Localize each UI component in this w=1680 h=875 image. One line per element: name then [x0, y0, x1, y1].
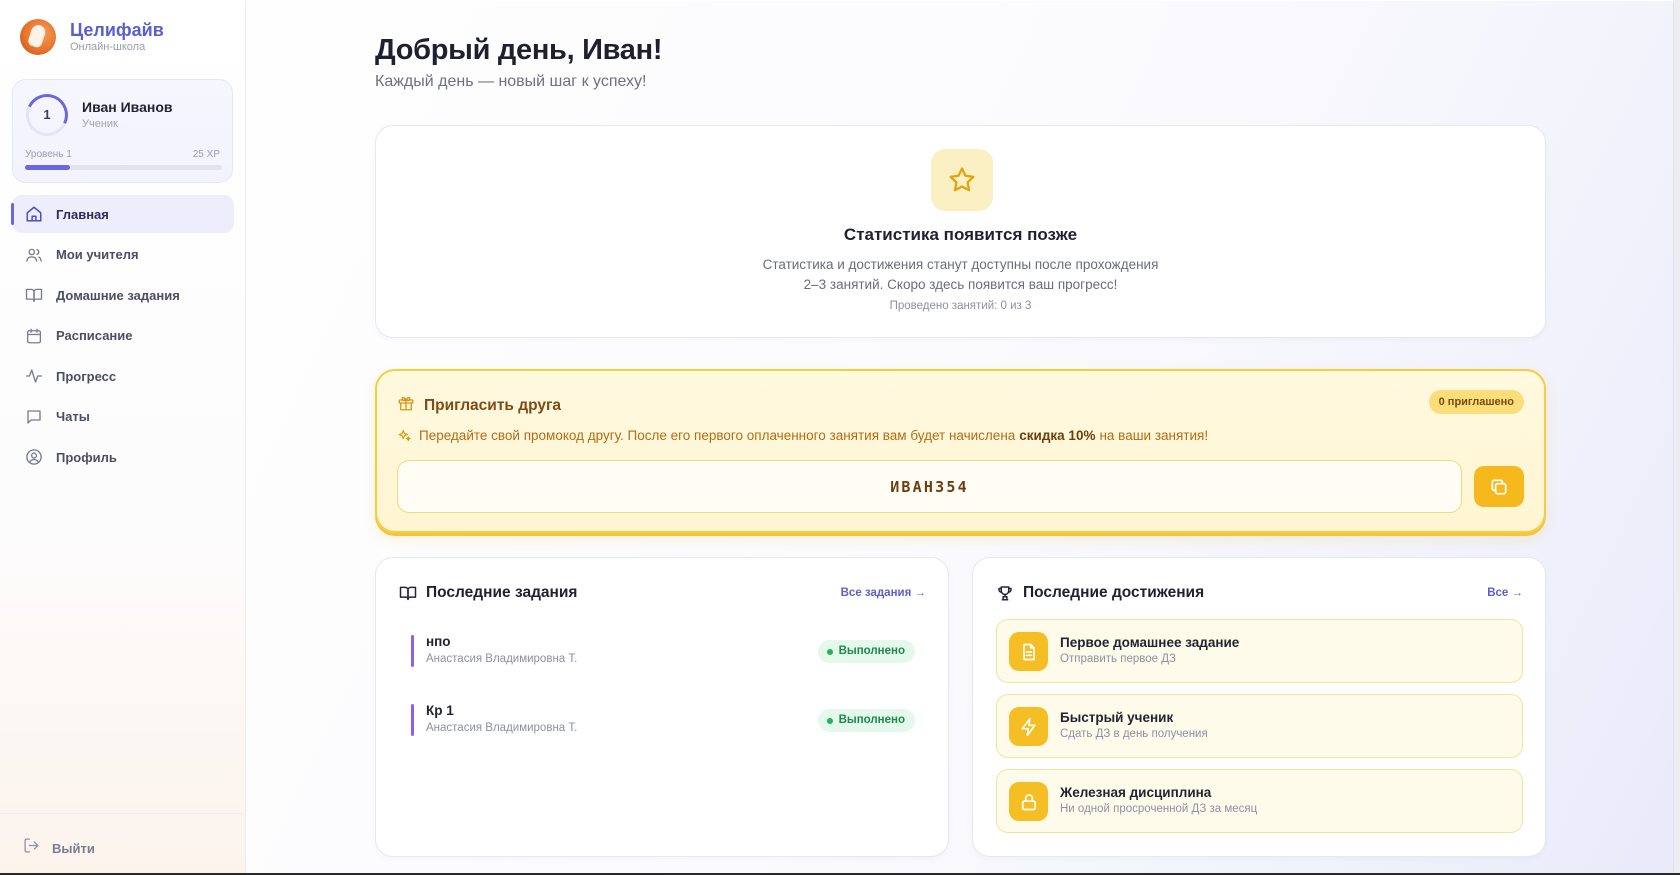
task-teacher: Анастасия Владимировна Т. [426, 722, 578, 734]
gift-icon [397, 394, 415, 417]
home-icon [24, 204, 44, 224]
sidebar-item-label: Мои учителя [56, 247, 139, 262]
invite-friend-card: Пригласить друга 0 приглашено Передайте … [375, 369, 1546, 533]
xp-label: 25 XP [192, 149, 220, 160]
status-dot [826, 648, 833, 655]
logout-icon [23, 837, 40, 859]
app-window: Целифайв Онлайн-школа 1 Иван Иванов Учен… [0, 1, 1680, 873]
stats-description-line: Статистика и достижения станут доступны … [762, 257, 1159, 272]
stats-card: Статистика появится позже Статистика и д… [375, 125, 1546, 338]
chat-icon [24, 407, 44, 427]
activity-icon [24, 366, 44, 386]
level-number: 1 [43, 107, 51, 122]
status-badge: Выполнено [817, 640, 915, 663]
invite-header: Пригласить друга [397, 394, 561, 417]
stats-title: Статистика появится позже [843, 225, 1078, 244]
task-teacher: Анастасия Владимировна Т. [426, 653, 578, 665]
copy-icon [1489, 477, 1509, 497]
document-icon [1009, 632, 1048, 671]
sidebar-item-progress[interactable]: Прогресс [12, 357, 234, 395]
recent-achievements-header: Последние достижения [996, 584, 1204, 602]
star-icon [931, 149, 993, 211]
sidebar-nav: Главная Мои учителя Домашние задания Рас… [11, 195, 234, 479]
user-name: Иван Иванов [82, 99, 173, 115]
invite-discount: скидка 10% [1019, 428, 1096, 443]
profile-icon [24, 447, 44, 467]
achievement-title: Железная дисциплина [1060, 785, 1212, 800]
achievement-title: Быстрый ученик [1060, 710, 1174, 725]
user-card[interactable]: 1 Иван Иванов Ученик Уровень 1 25 XP [12, 79, 233, 183]
invite-description: Передайте свой промокод другу. После его… [397, 428, 1208, 443]
promo-code-field[interactable]: ИВАН354 [397, 460, 1462, 513]
stats-description-line: 2–3 занятий. Скоро здесь появится ваш пр… [803, 276, 1118, 292]
user-role: Ученик [82, 118, 118, 130]
sidebar-item-teachers[interactable]: Мои учителя [12, 236, 234, 274]
status-label: Выполнено [838, 714, 905, 726]
invite-title: Пригласить друга [424, 396, 562, 414]
calendar-icon [24, 326, 44, 346]
task-title: нпо [426, 634, 451, 649]
trophy-icon [996, 584, 1014, 602]
logout-button[interactable]: Выйти [23, 837, 95, 859]
sidebar-item-profile[interactable]: Профиль [12, 438, 234, 476]
sparkle-icon [397, 428, 412, 443]
sidebar-item-home[interactable]: Главная [11, 195, 234, 233]
logout-label: Выйти [52, 840, 95, 856]
achievement-subtitle: Отправить первое ДЗ [1060, 653, 1176, 665]
achievement-item[interactable]: Первое домашнее задание Отправить первое… [996, 619, 1523, 683]
lock-icon [1009, 782, 1048, 821]
page-subtitle: Каждый день — новый шаг к успеху! [375, 73, 647, 90]
sidebar-item-schedule[interactable]: Расписание [12, 317, 234, 355]
brand-name: Целифайв [70, 20, 164, 40]
book-icon [24, 285, 44, 305]
invited-count-badge: 0 приглашено [1428, 390, 1524, 414]
recent-achievements-title: Последние достижения [1023, 584, 1205, 601]
xp-progress-fill [25, 165, 71, 170]
sidebar-item-label: Прогресс [56, 368, 117, 384]
recent-tasks-card: Последние задания Все задания → нпо Анас… [375, 557, 949, 857]
recent-achievements-card: Последние достижения Все → Первое домашн… [972, 557, 1546, 857]
achievement-subtitle: Ни одной просроченной ДЗ за месяц [1060, 803, 1258, 815]
stats-description: Статистика и достижения станут доступны … [376, 255, 1545, 294]
logout-section: Выйти [0, 813, 246, 873]
brand[interactable]: Целифайв Онлайн-школа [20, 19, 164, 55]
sidebar-item-label: Чаты [56, 409, 90, 424]
achievement-item[interactable]: Быстрый ученик Сдать ДЗ в день получения [996, 694, 1523, 758]
recent-tasks-title: Последние задания [426, 584, 578, 601]
page-title: Добрый день, Иван! [375, 34, 663, 66]
brand-subtitle: Онлайн-школа [70, 41, 146, 53]
book-icon [399, 584, 417, 602]
sidebar-item-homework[interactable]: Домашние задания [12, 276, 234, 314]
sidebar-item-label: Главная [56, 206, 109, 222]
status-dot [826, 717, 833, 724]
status-label: Выполнено [838, 645, 905, 657]
task-item[interactable]: нпо Анастасия Владимировна Т. Выполнено [411, 633, 915, 669]
sidebar-item-label: Домашние задания [56, 287, 180, 303]
lightning-icon [1009, 707, 1048, 746]
task-item[interactable]: Кр 1 Анастасия Владимировна Т. Выполнено [411, 702, 915, 738]
sidebar-item-chats[interactable]: Чаты [12, 398, 234, 436]
brand-logo [20, 19, 56, 55]
invite-text-after: на ваши занятия! [1099, 428, 1209, 443]
recent-tasks-header: Последние задания [399, 584, 577, 602]
copy-promo-button[interactable] [1474, 466, 1524, 507]
all-achievements-link[interactable]: Все → [1487, 587, 1523, 599]
window-edge [1673, 0, 1680, 875]
lessons-counter: Проведено занятий: 0 из 3 [889, 300, 1032, 312]
users-icon [24, 245, 44, 265]
achievement-item[interactable]: Железная дисциплина Ни одной просроченно… [996, 769, 1523, 833]
sidebar-item-label: Расписание [56, 328, 133, 343]
sidebar: Целифайв Онлайн-школа 1 Иван Иванов Учен… [0, 1, 246, 873]
status-badge: Выполнено [817, 709, 915, 732]
invite-text-before: Передайте свой промокод другу. После его… [419, 428, 1016, 443]
achievement-title: Первое домашнее задание [1060, 635, 1240, 650]
all-tasks-link[interactable]: Все задания → [841, 587, 926, 599]
achievement-subtitle: Сдать ДЗ в день получения [1060, 728, 1208, 740]
sidebar-item-label: Профиль [56, 449, 117, 465]
level-label: Уровень 1 [25, 149, 72, 160]
xp-progress-bar [25, 165, 222, 170]
task-title: Кр 1 [426, 703, 454, 718]
